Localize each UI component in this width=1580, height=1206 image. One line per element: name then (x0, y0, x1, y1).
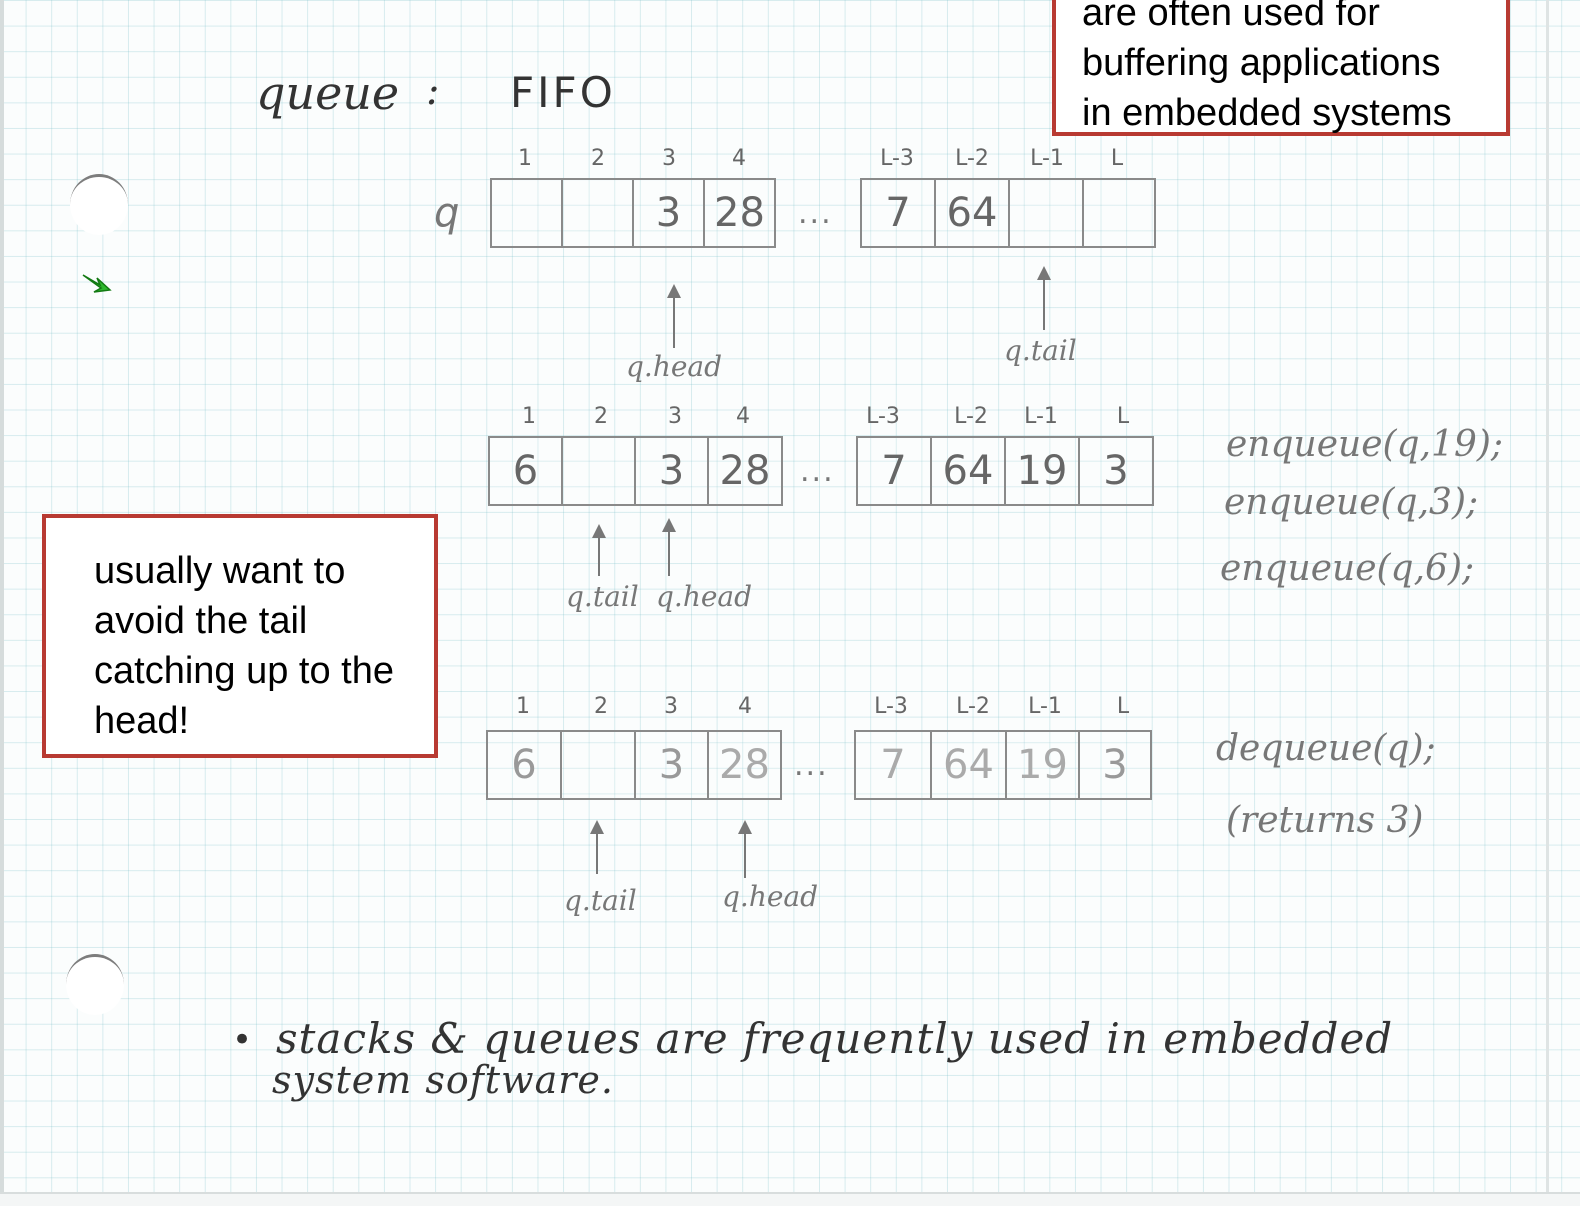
title-colon: : (426, 68, 440, 114)
pointer-label-tail: q.tail (566, 580, 639, 613)
bullet-mark: • (232, 1020, 253, 1060)
queue-cell (490, 178, 563, 248)
index-label: L (1110, 146, 1124, 171)
queue-row-initial: 3 28 ... 7 64 (490, 178, 1156, 250)
queue-cell: 7 (860, 178, 936, 248)
pointer-label-tail: q.tail (564, 884, 637, 917)
queue-cell (560, 730, 636, 800)
ellipsis: ... (794, 748, 829, 783)
index-label: L-2 (956, 694, 990, 719)
pointer-label-head: q.head (626, 350, 723, 383)
note-line: head! (94, 700, 190, 742)
index-label: L-1 (1028, 694, 1062, 719)
index-label: L-3 (866, 404, 900, 429)
note-embedded-buffering: are often used for buffering application… (1052, 0, 1510, 136)
enqueue-op: enqueue(q,19); (1226, 424, 1504, 465)
ellipsis: ... (798, 196, 833, 231)
pointer-label-tail: q.tail (1004, 334, 1077, 367)
queue-cell: 3 (632, 178, 705, 248)
queue-cell: 3 (1078, 436, 1154, 506)
queue-cell: 6 (486, 730, 562, 800)
index-label: L-1 (1024, 404, 1058, 429)
note-line: are often used for (1082, 0, 1380, 34)
bullet-line-2: system software. (272, 1058, 614, 1102)
green-pointer-arrow-icon (82, 274, 112, 293)
index-label: L-3 (874, 694, 908, 719)
index-label: 1 (516, 694, 530, 719)
queue-cell: 6 (488, 436, 563, 506)
queue-cell (1082, 178, 1156, 248)
queue-name-q: q (434, 190, 460, 236)
queue-row-after-enqueue: 6 3 28 ... 7 64 19 3 (488, 436, 1154, 508)
queue-row-after-dequeue: 6 3 28 ... 7 64 19 3 (486, 730, 1152, 802)
enqueue-op: enqueue(q,3); (1224, 482, 1479, 523)
queue-cell: 7 (854, 730, 932, 800)
note-line: usually want to (94, 550, 346, 592)
queue-cell (561, 436, 636, 506)
page-edge-left (0, 0, 4, 1204)
binder-hole-bottom (66, 954, 124, 1015)
index-label: L-1 (1030, 146, 1064, 171)
index-label: L-3 (880, 146, 914, 171)
queue-cell: 28 (703, 178, 776, 248)
queue-cell: 64 (930, 730, 1007, 800)
index-label: L-2 (955, 146, 989, 171)
note-line: catching up to the (94, 650, 394, 692)
queue-cell: 7 (856, 436, 932, 506)
index-label: L (1116, 404, 1130, 429)
pointer-arrow-head (662, 518, 676, 576)
dequeue-op: dequeue(q); (1216, 728, 1436, 769)
index-label: L (1116, 694, 1130, 719)
index-label: 4 (736, 404, 750, 429)
index-label: L-2 (954, 404, 988, 429)
page-edge-right (1546, 0, 1549, 1204)
pointer-arrow-head (667, 284, 681, 348)
index-label: 3 (664, 694, 678, 719)
queue-cell: 64 (930, 436, 1006, 506)
queue-cell: 64 (934, 178, 1010, 248)
pointer-arrow-tail (590, 820, 604, 874)
pointer-arrow-tail (592, 524, 606, 576)
queue-cell: 28 (707, 436, 783, 506)
enqueue-op: enqueue(q,6); (1220, 548, 1475, 589)
index-label: 3 (662, 146, 676, 171)
index-label: 1 (518, 146, 532, 171)
queue-cell: 3 (1078, 730, 1152, 800)
index-label: 4 (732, 146, 746, 171)
binder-hole-top (70, 174, 128, 235)
note-line: avoid the tail (94, 600, 308, 642)
title-queue: queue (256, 66, 400, 120)
queue-cell: 19 (1005, 730, 1080, 800)
index-label: 2 (594, 404, 608, 429)
queue-cell (561, 178, 634, 248)
pointer-label-head: q.head (656, 580, 753, 613)
note-line: buffering applications (1082, 42, 1441, 84)
note-tail-head: usually want to avoid the tail catching … (42, 514, 438, 758)
index-label: 2 (594, 694, 608, 719)
index-label: 4 (738, 694, 752, 719)
ellipsis: ... (800, 454, 835, 489)
note-line: in embedded systems (1082, 92, 1452, 134)
queue-cell: 3 (634, 436, 709, 506)
index-label: 3 (668, 404, 682, 429)
queue-cell: 19 (1004, 436, 1080, 506)
pointer-label-head: q.head (722, 880, 819, 913)
index-label: 2 (591, 146, 605, 171)
pointer-arrow-head (738, 820, 752, 878)
dequeue-returns: (returns 3) (1226, 800, 1424, 841)
bullet-line-1: stacks & queues are frequently used in e… (276, 1014, 1394, 1063)
title-fifo: FIFO (510, 68, 616, 117)
pointer-arrow-tail (1037, 266, 1051, 330)
queue-cell: 28 (707, 730, 782, 800)
queue-cell (1008, 178, 1084, 248)
index-label: 1 (522, 404, 536, 429)
queue-cell: 3 (634, 730, 709, 800)
